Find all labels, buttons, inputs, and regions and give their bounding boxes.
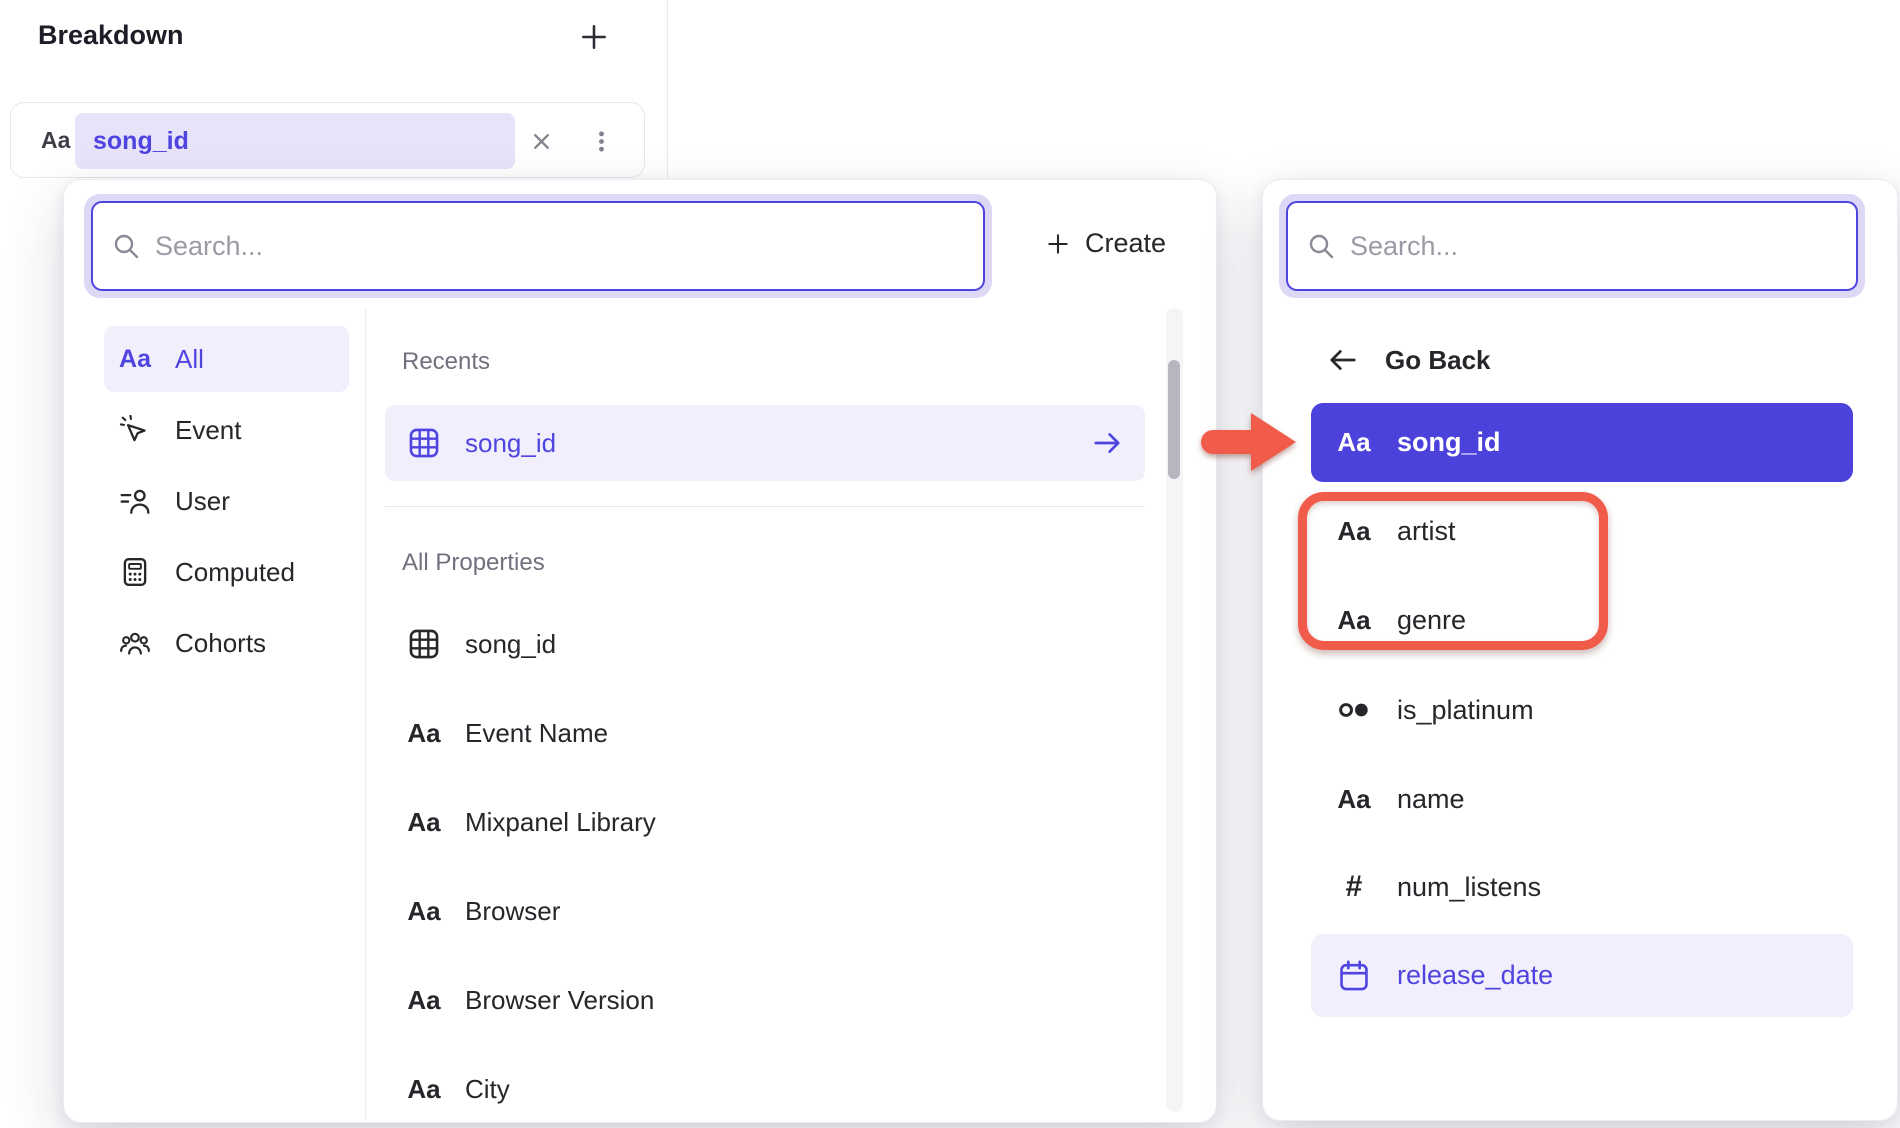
go-back-label: Go Back	[1385, 345, 1491, 376]
category-tab-user[interactable]: User	[104, 468, 349, 534]
scrollbar[interactable]	[1166, 308, 1183, 1112]
property-label: City	[465, 1074, 510, 1105]
property-list: Recents song_id All Properties song_id A…	[385, 308, 1145, 1126]
back-arrow-icon	[1327, 344, 1359, 376]
nested-item-release-date[interactable]: release_date	[1311, 934, 1853, 1017]
drill-in-arrow-icon[interactable]	[1091, 427, 1123, 459]
category-label: Cohorts	[175, 628, 266, 659]
property-row-mixpanel-library[interactable]: Aa Mixpanel Library	[385, 785, 1145, 859]
category-label: All	[175, 344, 204, 375]
property-label: Mixpanel Library	[465, 807, 656, 838]
nested-item-label: genre	[1397, 605, 1466, 636]
nested-item-is-platinum[interactable]: is_platinum	[1311, 673, 1853, 747]
user-profile-icon	[119, 485, 151, 517]
search-field-focus-ring	[1279, 194, 1865, 298]
breakdown-chip: Aa song_id	[10, 102, 645, 178]
scrollbar-thumb[interactable]	[1168, 360, 1180, 479]
category-tab-computed[interactable]: Computed	[104, 539, 349, 605]
property-row-song-id[interactable]: song_id	[385, 607, 1145, 681]
nested-item-genre[interactable]: Aa genre	[1311, 583, 1853, 657]
nested-item-name[interactable]: Aa name	[1311, 762, 1853, 836]
property-label: Browser Version	[465, 985, 654, 1016]
breakdown-property-pill[interactable]: song_id	[75, 113, 515, 169]
event-cursor-icon	[119, 414, 151, 446]
search-icon	[1306, 231, 1336, 261]
category-sidebar: Aa All Event User Computed Cohorts	[104, 326, 349, 681]
calculator-icon	[119, 556, 151, 588]
sidebar-divider	[365, 308, 366, 1121]
add-breakdown-button[interactable]	[570, 13, 618, 61]
text-type-icon: Aa	[407, 718, 441, 749]
category-tab-event[interactable]: Event	[104, 397, 349, 463]
people-group-icon	[119, 627, 151, 659]
section-divider	[385, 506, 1145, 507]
kebab-menu-icon	[588, 128, 615, 155]
nested-item-artist[interactable]: Aa artist	[1311, 494, 1853, 568]
search-input[interactable]	[1350, 231, 1838, 262]
screenshot-canvas: Breakdown Aa song_id Create Aa	[0, 0, 1900, 1128]
text-type-icon: Aa	[119, 345, 151, 374]
nested-item-label: name	[1397, 784, 1465, 815]
text-type-icon: Aa	[41, 103, 70, 177]
go-back-button[interactable]: Go Back	[1327, 338, 1491, 382]
text-type-icon: Aa	[1337, 605, 1371, 636]
property-label: Event Name	[465, 718, 608, 749]
nested-property-dropdown: Go Back Aa song_id Aa artist Aa genre is…	[1262, 179, 1898, 1121]
category-tab-all[interactable]: Aa All	[104, 326, 349, 392]
remove-breakdown-button[interactable]	[519, 119, 563, 163]
property-label: song_id	[465, 629, 556, 660]
page-title: Breakdown	[38, 20, 184, 51]
text-type-icon: Aa	[1337, 516, 1371, 547]
property-row-browser-version[interactable]: Aa Browser Version	[385, 963, 1145, 1037]
text-type-icon: Aa	[407, 985, 441, 1016]
boolean-type-icon	[1337, 693, 1371, 727]
property-label: song_id	[465, 428, 556, 459]
search-field-focus-ring	[84, 194, 992, 298]
text-type-icon: Aa	[407, 807, 441, 838]
search-input[interactable]	[155, 231, 965, 262]
all-properties-header: All Properties	[402, 549, 1145, 577]
category-label: User	[175, 486, 230, 517]
breakdown-property-label: song_id	[93, 127, 189, 156]
create-property-button[interactable]: Create	[1045, 228, 1166, 259]
property-row-event-name[interactable]: Aa Event Name	[385, 696, 1145, 770]
nested-item-label: is_platinum	[1397, 695, 1534, 726]
nested-item-num-listens[interactable]: # num_listens	[1311, 850, 1853, 924]
grid-table-icon	[407, 426, 441, 460]
grid-table-icon	[407, 627, 441, 661]
breakdown-options-button[interactable]	[579, 119, 623, 163]
text-type-icon: Aa	[407, 1074, 441, 1105]
nested-item-label: num_listens	[1397, 872, 1541, 903]
text-type-icon: Aa	[1337, 784, 1371, 815]
plus-icon	[1045, 231, 1071, 257]
plus-icon	[578, 21, 610, 53]
search-icon	[111, 231, 141, 261]
property-row-city[interactable]: Aa City	[385, 1052, 1145, 1126]
all-properties-list: song_id Aa Event Name Aa Mixpanel Librar…	[385, 607, 1145, 1126]
recents-header: Recents	[402, 348, 1145, 376]
search-box[interactable]	[91, 201, 985, 291]
search-box[interactable]	[1286, 201, 1858, 291]
number-type-icon: #	[1337, 870, 1371, 904]
nested-item-song-id[interactable]: Aa song_id	[1311, 403, 1853, 482]
calendar-icon	[1337, 959, 1371, 993]
property-label: Browser	[465, 896, 560, 927]
property-row-browser[interactable]: Aa Browser	[385, 874, 1145, 948]
create-button-label: Create	[1085, 228, 1166, 259]
close-icon	[528, 128, 555, 155]
category-label: Event	[175, 415, 242, 446]
nested-item-label: release_date	[1397, 960, 1553, 991]
category-label: Computed	[175, 557, 295, 588]
category-tab-cohorts[interactable]: Cohorts	[104, 610, 349, 676]
text-type-icon: Aa	[407, 896, 441, 927]
nested-item-label: song_id	[1397, 427, 1501, 458]
text-type-icon: Aa	[1337, 427, 1371, 458]
recent-property-song-id[interactable]: song_id	[385, 405, 1145, 481]
panel-right-border	[667, 0, 668, 180]
nested-item-label: artist	[1397, 516, 1456, 547]
property-picker-dropdown: Create Aa All Event User Computed Cohort…	[63, 179, 1217, 1123]
